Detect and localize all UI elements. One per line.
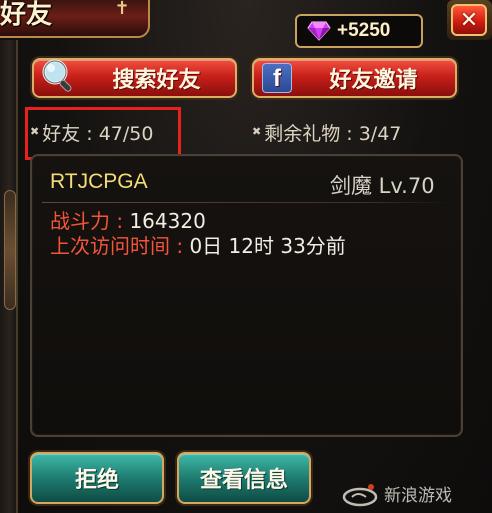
watermark: 新浪游戏 bbox=[340, 478, 490, 508]
last-visit-value: 0日 12时 33分前 bbox=[189, 234, 346, 258]
close-button[interactable]: ✕ bbox=[447, 0, 492, 40]
gem-value: +5250 bbox=[337, 20, 391, 41]
combat-power-label: 战斗力 : bbox=[50, 209, 130, 233]
invite-friend-button[interactable]: f 好友邀请 bbox=[252, 58, 457, 98]
search-friend-button[interactable]: 搜索好友 bbox=[32, 58, 237, 98]
gem-icon bbox=[307, 21, 331, 41]
invite-friend-label: 好友邀请 bbox=[329, 68, 418, 93]
game-window: 好友 ✝ ✕ +5250 搜索好友 f 好友邀请 ✖ 好友: 47/50 ✖ … bbox=[0, 0, 492, 513]
last-visit-line: 上次访问时间 : 0日 12时 33分前 bbox=[50, 233, 346, 259]
combat-power-value: 164320 bbox=[129, 209, 206, 233]
view-info-button[interactable]: 查看信息 bbox=[177, 452, 311, 504]
pin-icon: ✝ bbox=[114, 0, 130, 19]
watermark-text: 新浪游戏 bbox=[384, 485, 452, 506]
combat-power-line: 战斗力 : 164320 bbox=[50, 208, 206, 234]
close-icon: ✕ bbox=[451, 4, 487, 36]
sina-logo bbox=[340, 479, 382, 507]
last-visit-label: 上次访问时间 : bbox=[50, 234, 190, 258]
divider bbox=[42, 202, 452, 203]
magnifier-icon bbox=[38, 55, 78, 95]
title-banner: 好友 ✝ bbox=[0, 0, 150, 38]
star-icon: ✖ bbox=[252, 125, 262, 138]
side-frame bbox=[0, 40, 18, 513]
gift-count: ✖ 剩余礼物 : 3/47 bbox=[252, 118, 401, 146]
gem-reward-badge: +5250 bbox=[295, 14, 423, 48]
player-name[interactable]: RTJCPGA bbox=[50, 170, 148, 194]
player-class-level: 剑魔 Lv.70 bbox=[330, 174, 435, 198]
facebook-icon: f bbox=[262, 63, 292, 93]
friend-count-highlight bbox=[25, 107, 181, 160]
gift-count-text: 剩余礼物 : 3/47 bbox=[264, 123, 402, 145]
search-friend-label: 搜索好友 bbox=[112, 68, 201, 93]
window-title: 好友 bbox=[0, 0, 53, 30]
frame-ornament bbox=[4, 190, 16, 310]
reject-button[interactable]: 拒绝 bbox=[30, 452, 164, 504]
